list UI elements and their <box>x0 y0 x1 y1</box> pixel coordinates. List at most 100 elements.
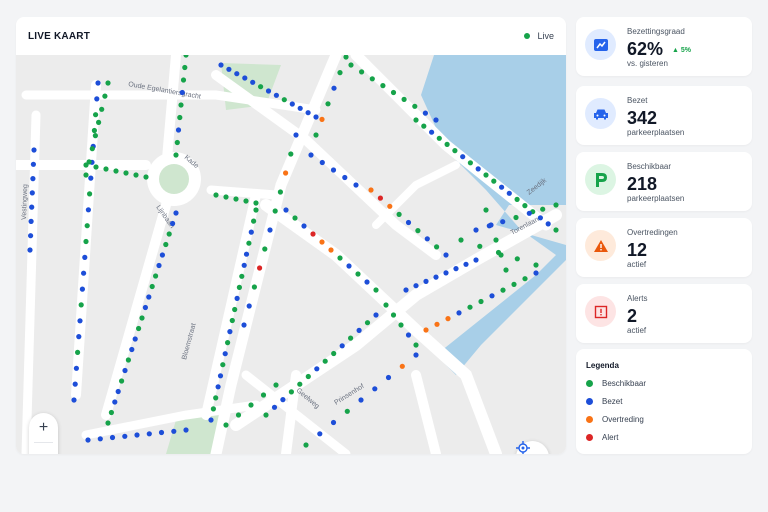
parking-spot-marker[interactable] <box>325 101 331 107</box>
parking-spot-marker[interactable] <box>142 304 148 311</box>
parking-spot-marker[interactable] <box>79 286 85 292</box>
parking-spot-marker[interactable] <box>314 366 320 372</box>
parking-spot-marker[interactable] <box>383 302 389 308</box>
zoom-out-button[interactable]: − <box>29 443 58 455</box>
parking-spot-marker[interactable] <box>308 152 314 158</box>
parking-spot-marker[interactable] <box>390 312 397 318</box>
parking-spot-marker[interactable] <box>76 334 82 340</box>
parking-spot-marker[interactable] <box>293 132 299 138</box>
parking-spot-marker[interactable] <box>253 200 259 206</box>
parking-spot-marker[interactable] <box>143 174 149 180</box>
parking-spot-marker[interactable] <box>246 240 252 246</box>
parking-spot-marker[interactable] <box>94 96 100 102</box>
stat-card-occupied[interactable]: Bezet 342 parkeerplaatsen <box>576 86 752 145</box>
parking-spot-marker[interactable] <box>421 123 427 129</box>
parking-spot-marker[interactable] <box>499 184 505 190</box>
parking-spot-marker[interactable] <box>171 428 177 434</box>
parking-spot-marker[interactable] <box>413 117 419 123</box>
parking-spot-marker[interactable] <box>272 208 278 214</box>
parking-spot-marker[interactable] <box>405 332 412 338</box>
parking-spot-marker[interactable] <box>297 105 303 111</box>
parking-spot-marker[interactable] <box>166 231 172 237</box>
parking-spot-marker[interactable] <box>289 101 295 107</box>
parking-spot-marker[interactable] <box>87 191 93 197</box>
parking-spot-marker[interactable] <box>317 431 323 437</box>
parking-spot-marker[interactable] <box>180 77 187 83</box>
parking-spot-marker[interactable] <box>277 189 283 195</box>
parking-spot-marker[interactable] <box>139 315 145 321</box>
parking-spot-marker[interactable] <box>424 236 430 242</box>
parking-spot-marker[interactable] <box>225 340 231 346</box>
parking-spot-marker[interactable] <box>478 298 484 305</box>
parking-spot-marker[interactable] <box>134 432 140 438</box>
parking-spot-marker[interactable] <box>178 102 184 108</box>
parking-spot-marker[interactable] <box>303 442 309 448</box>
parking-spot-marker[interactable] <box>288 389 294 395</box>
parking-spot-marker[interactable] <box>182 64 188 71</box>
parking-spot-marker[interactable] <box>322 358 328 364</box>
parking-spot-marker[interactable] <box>156 262 162 269</box>
parking-spot-marker[interactable] <box>319 116 325 122</box>
parking-spot-marker[interactable] <box>373 312 379 318</box>
parking-spot-marker[interactable] <box>215 384 221 390</box>
parking-spot-marker[interactable] <box>545 221 551 227</box>
parking-spot-marker[interactable] <box>229 317 235 324</box>
parking-spot-marker[interactable] <box>331 350 337 357</box>
parking-spot-marker[interactable] <box>337 70 343 76</box>
parking-spot-marker[interactable] <box>553 227 559 233</box>
parking-spot-marker[interactable] <box>526 210 532 216</box>
parking-spot-marker[interactable] <box>283 170 289 176</box>
parking-spot-marker[interactable] <box>348 335 354 341</box>
parking-spot-marker[interactable] <box>105 80 111 86</box>
parking-spot-marker[interactable] <box>30 161 36 167</box>
parking-spot-marker[interactable] <box>342 174 348 181</box>
parking-spot-marker[interactable] <box>208 417 214 423</box>
parking-spot-marker[interactable] <box>163 241 169 248</box>
parking-spot-marker[interactable] <box>112 399 118 405</box>
parking-spot-marker[interactable] <box>301 223 307 229</box>
parking-spot-marker[interactable] <box>83 172 89 178</box>
parking-spot-marker[interactable] <box>92 133 98 139</box>
parking-spot-marker[interactable] <box>89 146 95 152</box>
parking-spot-marker[interactable] <box>500 287 506 293</box>
parking-spot-marker[interactable] <box>213 192 219 198</box>
parking-spot-marker[interactable] <box>91 127 97 134</box>
parking-spot-marker[interactable] <box>78 302 84 308</box>
parking-spot-marker[interactable] <box>313 132 319 138</box>
parking-spot-marker[interactable] <box>122 367 128 374</box>
parking-spot-marker[interactable] <box>401 96 407 102</box>
parking-spot-marker[interactable] <box>105 420 111 426</box>
parking-spot-marker[interactable] <box>281 97 287 103</box>
parking-spot-marker[interactable] <box>273 382 279 388</box>
parking-spot-marker[interactable] <box>344 408 350 414</box>
parking-spot-marker[interactable] <box>253 207 259 213</box>
parking-spot-marker[interactable] <box>119 378 125 384</box>
parking-spot-marker[interactable] <box>553 202 559 208</box>
parking-spot-marker[interactable] <box>292 215 298 221</box>
parking-spot-marker[interactable] <box>493 237 499 243</box>
parking-spot-marker[interactable] <box>242 75 248 81</box>
map-svg[interactable]: Oude Egelantiersgracht Zeedijk Kade Vest… <box>16 55 566 454</box>
parking-spot-marker[interactable] <box>103 166 109 172</box>
parking-spot-marker[interactable] <box>403 287 409 293</box>
parking-spot-marker[interactable] <box>288 151 294 157</box>
parking-spot-marker[interactable] <box>213 395 219 401</box>
parking-spot-marker[interactable] <box>503 267 509 273</box>
parking-spot-marker[interactable] <box>348 62 354 68</box>
parking-spot-marker[interactable] <box>233 196 239 202</box>
parking-spot-marker[interactable] <box>218 62 224 68</box>
parking-spot-marker[interactable] <box>364 279 370 285</box>
parking-spot-marker[interactable] <box>81 270 87 276</box>
parking-spot-marker[interactable] <box>183 427 189 433</box>
parking-spot-marker[interactable] <box>364 320 371 326</box>
parking-spot-marker[interactable] <box>483 172 489 178</box>
parking-spot-marker[interactable] <box>443 270 449 276</box>
parking-spot-marker[interactable] <box>467 160 473 166</box>
parking-spot-marker[interactable] <box>246 303 252 309</box>
parking-spot-marker[interactable] <box>413 342 419 348</box>
parking-spot-marker[interactable] <box>346 263 352 269</box>
parking-spot-marker[interactable] <box>82 254 88 260</box>
parking-spot-marker[interactable] <box>359 69 365 75</box>
map-canvas[interactable]: Oude Egelantiersgracht Zeedijk Kade Vest… <box>16 55 566 454</box>
parking-spot-marker[interactable] <box>460 154 466 160</box>
